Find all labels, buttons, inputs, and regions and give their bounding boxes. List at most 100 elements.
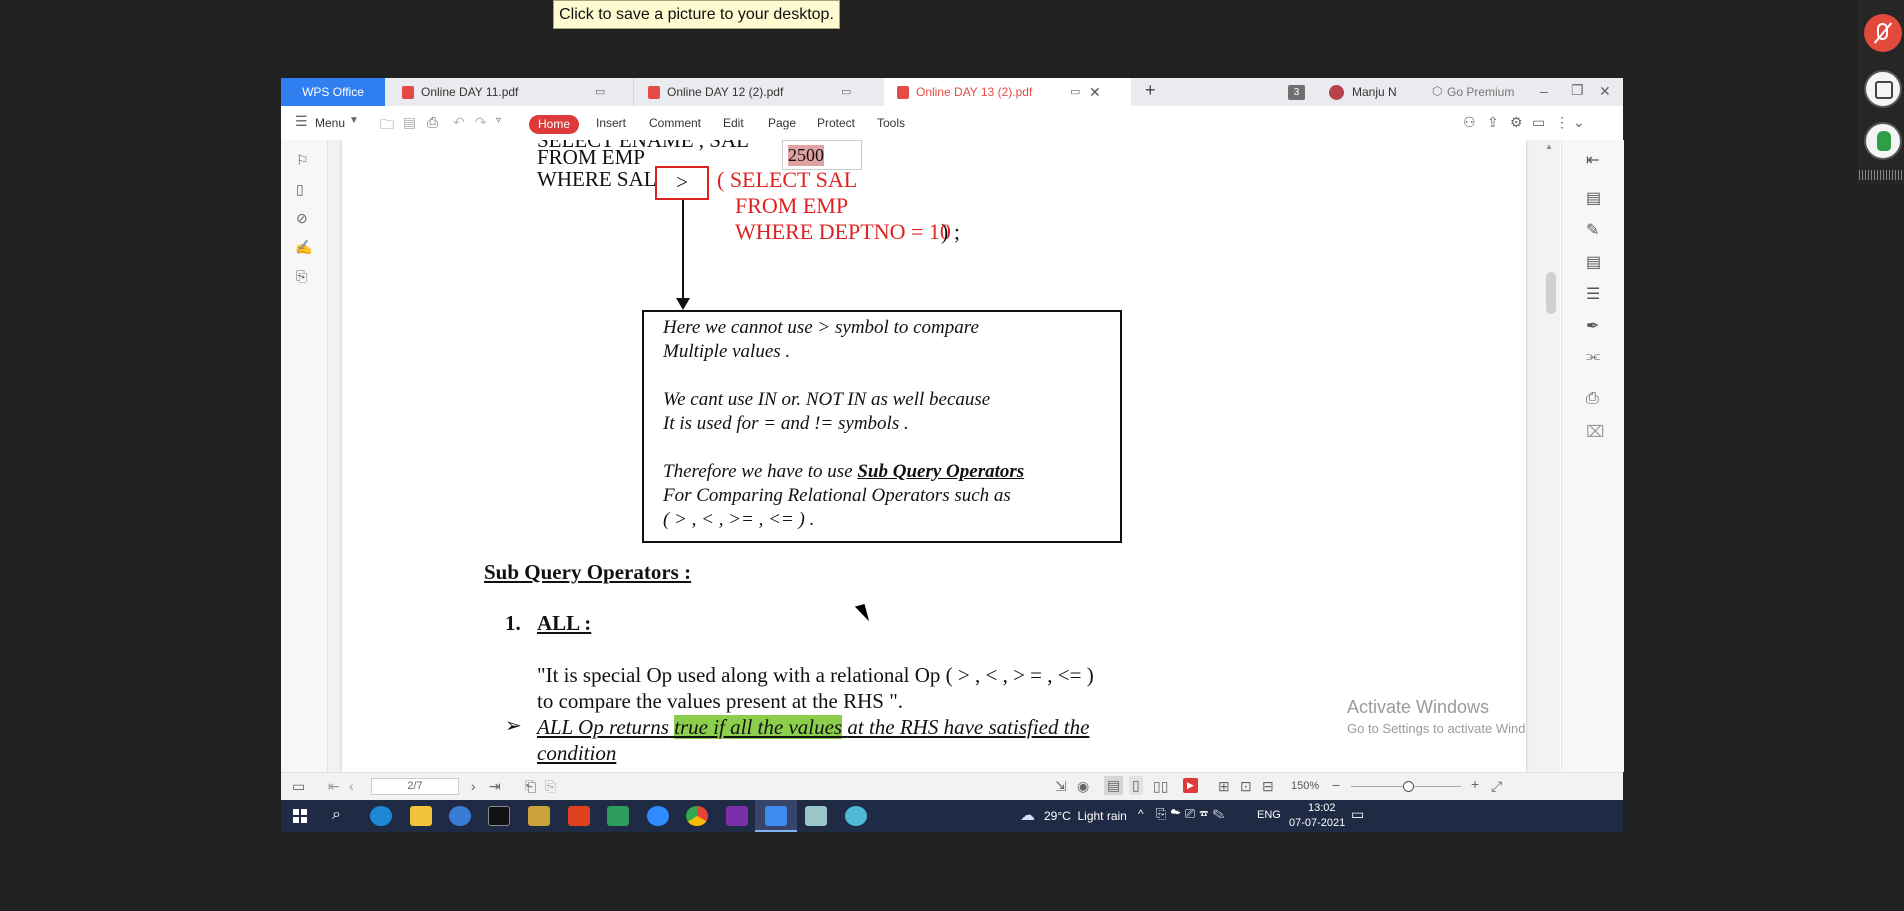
monitor-icon[interactable]: ▭ — [841, 78, 851, 106]
raise-hand-icon[interactable] — [1864, 122, 1902, 160]
close-tab-icon[interactable]: ✕ — [1089, 78, 1101, 106]
redo-icon[interactable]: ↷ — [475, 114, 487, 131]
customize-icon[interactable]: ▿ — [496, 115, 501, 126]
wps-taskbar-button[interactable] — [755, 800, 797, 832]
office-icon[interactable] — [568, 806, 590, 826]
paint-icon[interactable] — [528, 806, 550, 826]
back-icon[interactable]: ⎗ — [525, 778, 536, 795]
open-folder-icon[interactable]: 🗀 — [380, 114, 394, 138]
restore-icon[interactable]: ❐ — [1571, 82, 1584, 99]
tray-icons[interactable]: ⎘☁⎚☎✎ — [1156, 806, 1228, 822]
print-icon[interactable]: ⎙ — [427, 114, 438, 131]
close-window-icon[interactable]: ✕ — [1599, 83, 1611, 100]
chevron-up-icon[interactable]: ^ — [1138, 807, 1144, 821]
chrome-icon[interactable] — [686, 806, 708, 826]
zoom-level[interactable]: 150% — [1291, 780, 1319, 792]
share-person-icon[interactable]: ⚇ — [1463, 114, 1476, 131]
terminal-icon[interactable] — [488, 806, 510, 826]
extract-icon[interactable]: ⎘ — [296, 268, 307, 285]
undo-icon[interactable]: ↶ — [453, 114, 465, 131]
convert-icon[interactable]: ▤ — [1586, 252, 1601, 272]
comment-icon[interactable]: ▭ — [1532, 114, 1545, 131]
actual-size-icon[interactable]: ⊟ — [1262, 778, 1274, 795]
continuous-icon[interactable]: ▯ — [1129, 776, 1143, 795]
tab-protect[interactable]: Protect — [817, 116, 855, 130]
collapse-ribbon-icon[interactable]: ⌄ — [1573, 114, 1585, 131]
fill-sign-icon[interactable]: ☰ — [1586, 284, 1600, 304]
more-icon[interactable]: ⋮ — [1555, 114, 1569, 131]
language-indicator[interactable]: ENG — [1257, 809, 1281, 821]
fit-page-icon[interactable]: ⊡ — [1240, 778, 1252, 795]
tab-comment[interactable]: Comment — [649, 116, 701, 130]
weather-icon[interactable]: ☁ — [1020, 806, 1035, 824]
fit-width-icon[interactable]: ⊞ — [1218, 778, 1230, 795]
two-page-icon[interactable]: ▯▯ — [1153, 778, 1168, 795]
tab-tools[interactable]: Tools — [877, 116, 905, 130]
bookmark-icon[interactable]: ⚐ — [296, 152, 309, 169]
sidebar-toggle-icon[interactable]: ▭ — [292, 778, 305, 795]
tab-day13[interactable]: Online DAY 13 (2).pdf ▭ ✕ — [884, 78, 1131, 106]
clock-date[interactable]: 07-07-2021 — [1289, 817, 1345, 829]
onenote-icon[interactable] — [726, 806, 748, 826]
forward-icon[interactable]: ⎘ — [545, 778, 556, 795]
minimize-icon[interactable]: – — [1540, 83, 1548, 99]
page-number-input[interactable]: 2/7 — [371, 778, 459, 795]
scrollbar-track[interactable]: ▲ — [1542, 140, 1558, 772]
tab-page[interactable]: Page — [768, 116, 796, 130]
edge-icon[interactable] — [370, 806, 392, 826]
file-explorer-icon[interactable] — [410, 806, 432, 826]
hamburger-icon[interactable]: ☰ — [295, 113, 308, 130]
zoom-out-icon[interactable]: − — [1332, 777, 1340, 793]
monitor-icon[interactable]: ▭ — [1070, 78, 1080, 106]
window-icon[interactable] — [1864, 70, 1902, 108]
pen-icon[interactable]: ✒ — [1586, 316, 1599, 336]
collapse-panel-icon[interactable]: ⇤ — [1586, 150, 1599, 170]
exit-icon[interactable]: ⇲ — [1055, 778, 1067, 795]
zoom-slider-thumb[interactable] — [1403, 781, 1414, 792]
tab-edit[interactable]: Edit — [723, 116, 744, 130]
chrome-alt-icon[interactable] — [449, 806, 471, 826]
window-count-badge[interactable]: 3 — [1288, 85, 1305, 100]
thumbnails-icon[interactable]: ▯ — [296, 181, 304, 198]
export-icon[interactable]: ⇪ — [1487, 114, 1499, 131]
notification-icon[interactable]: ▭ — [1351, 806, 1364, 823]
attachment-icon[interactable]: ⊘ — [296, 210, 308, 227]
zoom-in-icon[interactable]: + — [1471, 776, 1479, 792]
wps-brand-tab[interactable]: WPS Office — [281, 78, 385, 106]
menu-button[interactable]: Menu — [315, 116, 345, 130]
mic-muted-icon[interactable] — [1864, 14, 1902, 52]
snowflake-app-icon[interactable] — [845, 806, 867, 826]
prev-page-icon[interactable]: ‹ — [349, 778, 354, 794]
scrollbar-thumb[interactable] — [1546, 272, 1556, 314]
search-icon[interactable]: ⌕ — [332, 806, 341, 824]
tab-day12[interactable]: Online DAY 12 (2).pdf ▭ — [633, 78, 881, 106]
signature-icon[interactable]: ✍ — [295, 239, 312, 256]
first-page-icon[interactable]: ⇤ — [328, 778, 340, 795]
clock-time[interactable]: 13:02 — [1308, 802, 1336, 814]
snip-icon[interactable] — [805, 806, 827, 826]
settings-icon[interactable]: ⚙ — [1510, 114, 1523, 131]
printer-icon[interactable]: ⎙ — [1586, 390, 1599, 408]
scroll-up-icon[interactable]: ▲ — [1545, 142, 1553, 151]
app-plus-icon[interactable] — [607, 806, 629, 826]
play-icon[interactable]: ▶ — [1183, 778, 1198, 793]
go-premium-link[interactable]: Go Premium — [1447, 85, 1514, 99]
last-page-icon[interactable]: ⇥ — [489, 778, 501, 795]
chevron-down-icon[interactable]: ▼ — [349, 115, 359, 126]
weather-text[interactable]: 29°C Light rain — [1044, 809, 1127, 823]
pdf-to-word-icon[interactable]: ▤ — [1586, 188, 1601, 208]
save-icon[interactable]: ▤ — [403, 114, 416, 131]
zoom-app-icon[interactable] — [647, 806, 669, 826]
start-windows-icon[interactable] — [293, 809, 307, 823]
tab-day11[interactable]: Online DAY 11.pdf ▭ — [385, 78, 632, 106]
monitor-icon[interactable]: ▭ — [595, 78, 605, 106]
document-viewport[interactable]: SELECT ENAME , SAL FROM EMP WHERE SAL 25… — [328, 140, 1560, 772]
edit-text-icon[interactable]: ✎ — [1586, 220, 1599, 240]
scan-icon[interactable]: ⌧ — [1586, 422, 1604, 442]
new-tab-plus-icon[interactable]: + — [1145, 80, 1156, 101]
avatar[interactable] — [1329, 85, 1344, 100]
eye-icon[interactable]: ◉ — [1077, 778, 1089, 795]
tab-home[interactable]: Home — [529, 115, 579, 134]
split-icon[interactable]: ⫘ — [1586, 348, 1600, 366]
tab-insert[interactable]: Insert — [596, 116, 626, 130]
